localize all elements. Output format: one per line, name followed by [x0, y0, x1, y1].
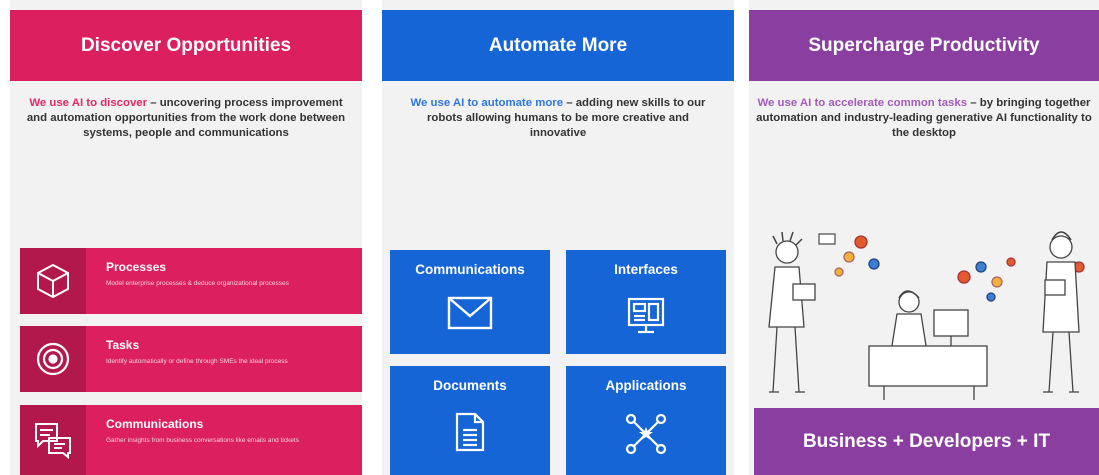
productivity-header: Supercharge Productivity — [749, 10, 1099, 81]
audience-banner: Business + Developers + IT — [754, 408, 1099, 475]
item-title: Communications — [106, 417, 204, 431]
item-subtitle: Identify automatically or define through… — [106, 358, 288, 365]
automate-header: Automate More — [382, 10, 734, 81]
list-item-communications: Communications Gather insights from busi… — [20, 405, 362, 475]
tile-applications: Applications — [566, 366, 726, 475]
chat-icon — [20, 405, 86, 475]
automate-description: We use AI to automate more – adding new … — [404, 96, 712, 141]
productivity-description: We use AI to accelerate common tasks – b… — [749, 96, 1099, 141]
automate-column: Automate More We use AI to automate more… — [382, 0, 734, 475]
discover-header: Discover Opportunities — [10, 10, 362, 81]
document-icon — [390, 412, 550, 452]
tile-label: Documents — [433, 378, 507, 393]
discover-description: We use AI to discover – uncovering proce… — [18, 96, 354, 141]
monitor-icon — [566, 296, 726, 336]
tile-interfaces: Interfaces — [566, 250, 726, 354]
tile-documents: Documents — [390, 366, 550, 475]
item-title: Processes — [106, 260, 167, 274]
automate-highlight: We use AI to automate more — [410, 97, 564, 109]
network-icon — [566, 412, 726, 456]
discover-column: Discover Opportunities We use AI to disc… — [10, 0, 362, 475]
list-item-tasks: Tasks Identify automatically or define t… — [20, 326, 362, 392]
people-illustration — [749, 222, 1099, 402]
envelope-icon — [390, 296, 550, 330]
target-icon — [20, 326, 86, 392]
tile-communications: Communications — [390, 250, 550, 354]
productivity-column: Supercharge Productivity We use AI to ac… — [749, 0, 1099, 475]
tile-label: Interfaces — [614, 262, 678, 277]
tile-label: Applications — [605, 378, 687, 393]
list-item-processes: Processes Model enterprise processes & d… — [20, 248, 362, 314]
productivity-highlight: We use AI to accelerate common tasks — [757, 97, 968, 109]
cube-icon — [20, 248, 86, 314]
item-subtitle: Gather insights from business conversati… — [106, 437, 299, 444]
tile-label: Communications — [415, 262, 525, 277]
item-subtitle: Model enterprise processes & deduce orga… — [106, 280, 289, 287]
item-title: Tasks — [106, 338, 140, 352]
discover-highlight: We use AI to discover — [29, 97, 148, 109]
